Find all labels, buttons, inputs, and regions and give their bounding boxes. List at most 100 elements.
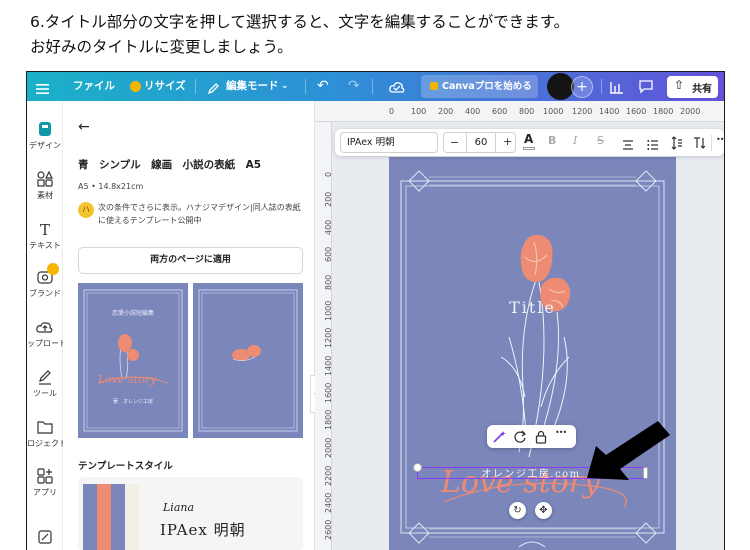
comment-icon[interactable]	[638, 79, 654, 94]
frame-ornament	[83, 289, 183, 432]
design-title-text[interactable]: Title	[389, 298, 676, 317]
ruler-vertical: 0 200 400 600 800 1000 1200 1400 1600 18…	[315, 122, 333, 550]
spacing-icon[interactable]	[671, 135, 683, 150]
back-arrow-icon[interactable]: ←	[78, 119, 90, 135]
ruler-label: 1400	[324, 355, 333, 376]
ruler-label: 1600	[324, 382, 333, 403]
avatar[interactable]	[547, 73, 574, 100]
italic-button[interactable]: I	[573, 134, 577, 147]
template-page-thumb-2[interactable]	[193, 283, 303, 438]
elements-icon	[36, 170, 54, 187]
text-color-button[interactable]: A	[524, 132, 533, 146]
upload-icon	[36, 319, 54, 335]
menu-icon[interactable]	[36, 80, 49, 94]
undo-icon[interactable]: ↶	[317, 72, 329, 101]
instruction-line-1: 6.タイトル部分の文字を押して選択すると、文字を編集することができます。	[30, 13, 570, 31]
share-button[interactable]: ⇧ 共有	[667, 76, 718, 98]
rail-item-tools[interactable]: ツール	[27, 369, 63, 399]
rail-label: ブランド	[29, 289, 61, 298]
add-member-button[interactable]: +	[571, 76, 593, 98]
increase-size-button[interactable]: +	[503, 135, 512, 148]
ruler-label: 800	[519, 107, 535, 116]
more-options-icon[interactable]: •••	[716, 135, 724, 144]
ruler-label: 1200	[324, 327, 333, 348]
pointer-arrow-icon	[587, 421, 670, 480]
decrease-size-button[interactable]: −	[450, 136, 459, 149]
apply-both-pages-button[interactable]: 両方のページに適用	[78, 247, 303, 274]
cloud-saved-icon[interactable]	[389, 79, 405, 93]
replace-icon[interactable]	[513, 429, 527, 443]
font-size-input[interactable]: 60	[466, 133, 496, 152]
file-menu[interactable]: ファイル	[73, 72, 115, 101]
strikethrough-button[interactable]: S	[597, 134, 604, 147]
rail-item-text[interactable]: T テキスト	[27, 221, 63, 251]
swatch-salmon	[97, 484, 111, 550]
style-main-font: IPAex 明朝	[160, 521, 246, 539]
template-style-heading: テンプレートスタイル	[78, 461, 173, 472]
bold-button[interactable]: B	[548, 134, 556, 147]
element-context-menu: •••	[487, 425, 576, 448]
rail-item-apps[interactable]: アプリ	[27, 468, 63, 498]
vertical-text-icon[interactable]	[693, 135, 707, 149]
template-page-thumb-1[interactable]: 恋愛小説短編集 Love story 著 オレンジ工房	[78, 283, 188, 438]
rail-label: ップロード	[27, 339, 67, 348]
crown-badge-icon	[47, 263, 59, 275]
author-avatar[interactable]: ハ	[78, 202, 94, 218]
swatch-blue	[83, 484, 97, 550]
ruler-label: 1200	[572, 107, 593, 116]
magic-edit-icon	[36, 529, 54, 545]
ruler-label: 1000	[543, 107, 564, 116]
magic-write-icon[interactable]	[492, 429, 506, 443]
ruler-label: 600	[492, 107, 508, 116]
align-center-icon[interactable]	[622, 136, 634, 150]
share-icon: ⇧	[674, 78, 685, 92]
frame-ornament	[198, 289, 298, 432]
draw-icon	[36, 369, 54, 385]
rail-item-magic[interactable]	[27, 529, 63, 545]
template-style-card[interactable]: Liana IPAex 明朝	[78, 477, 303, 550]
share-label: 共有	[692, 84, 712, 95]
left-rail: デザイン 素材 T テキスト ブランド ップロード ツール ロジェクト アプリ	[27, 101, 67, 550]
ruler-label: 1400	[599, 107, 620, 116]
ruler-label: 100	[411, 107, 427, 116]
more-by-author-text[interactable]: 次の条件でさらに表示。ハナジマデザイン|同人誌の表紙に使えるテンプレート公開中	[98, 201, 306, 227]
rail-item-design[interactable]: デザイン	[27, 121, 63, 151]
rail-item-elements[interactable]: 素材	[27, 170, 63, 201]
folder-icon	[36, 419, 54, 435]
top-toolbar: ファイル リサイズ 編集モード ⌄ ↶ ↷ Canvaプロを始める + ⇧ 共有	[27, 72, 724, 101]
ruler-label: 400	[324, 219, 333, 235]
rotate-icon[interactable]: ↻	[509, 502, 526, 519]
ruler-label: 200	[324, 191, 333, 207]
analytics-icon[interactable]	[609, 79, 624, 94]
redo-icon[interactable]: ↷	[348, 72, 360, 101]
apps-icon	[36, 468, 54, 484]
ruler-label: 600	[324, 246, 333, 262]
font-size-control: − 60 +	[443, 132, 516, 153]
more-icon[interactable]: •••	[555, 428, 567, 437]
text-icon: T	[39, 221, 50, 239]
font-family-selector[interactable]: IPAex 明朝	[340, 132, 438, 153]
chevron-down-icon[interactable]: ⌄	[281, 72, 289, 101]
ruler-label: 800	[324, 274, 333, 290]
thumb-title: 恋愛小説短編集	[111, 310, 154, 317]
design-page[interactable]: Title Love story	[389, 157, 676, 550]
lock-icon[interactable]	[534, 429, 548, 444]
rail-item-brand[interactable]: ブランド	[27, 263, 63, 299]
ruler-label: 2200	[324, 465, 333, 486]
edit-mode-dropdown[interactable]: 編集モード	[226, 72, 279, 101]
rail-item-projects[interactable]: ロジェクト	[27, 419, 67, 449]
rail-label: デザイン	[29, 141, 61, 150]
template-size: A5 • 14.8x21cm	[78, 182, 144, 191]
rail-label: ツール	[33, 389, 57, 398]
resize-handle-left[interactable]	[413, 463, 422, 472]
ruler-label: 0	[324, 171, 333, 177]
rail-item-upload[interactable]: ップロード	[27, 319, 67, 349]
canva-editor-window: ファイル リサイズ 編集モード ⌄ ↶ ↷ Canvaプロを始める + ⇧ 共有	[26, 71, 725, 550]
ruler-horizontal: 0 100 200 400 600 800 1000 1200 1400 160…	[315, 101, 724, 122]
style-script-font: Liana	[163, 501, 195, 514]
resize-button[interactable]: リサイズ	[144, 72, 186, 101]
move-icon[interactable]: ✥	[535, 502, 552, 519]
ruler-label: 400	[465, 107, 481, 116]
crown-icon	[130, 81, 141, 92]
list-icon[interactable]	[647, 136, 659, 150]
